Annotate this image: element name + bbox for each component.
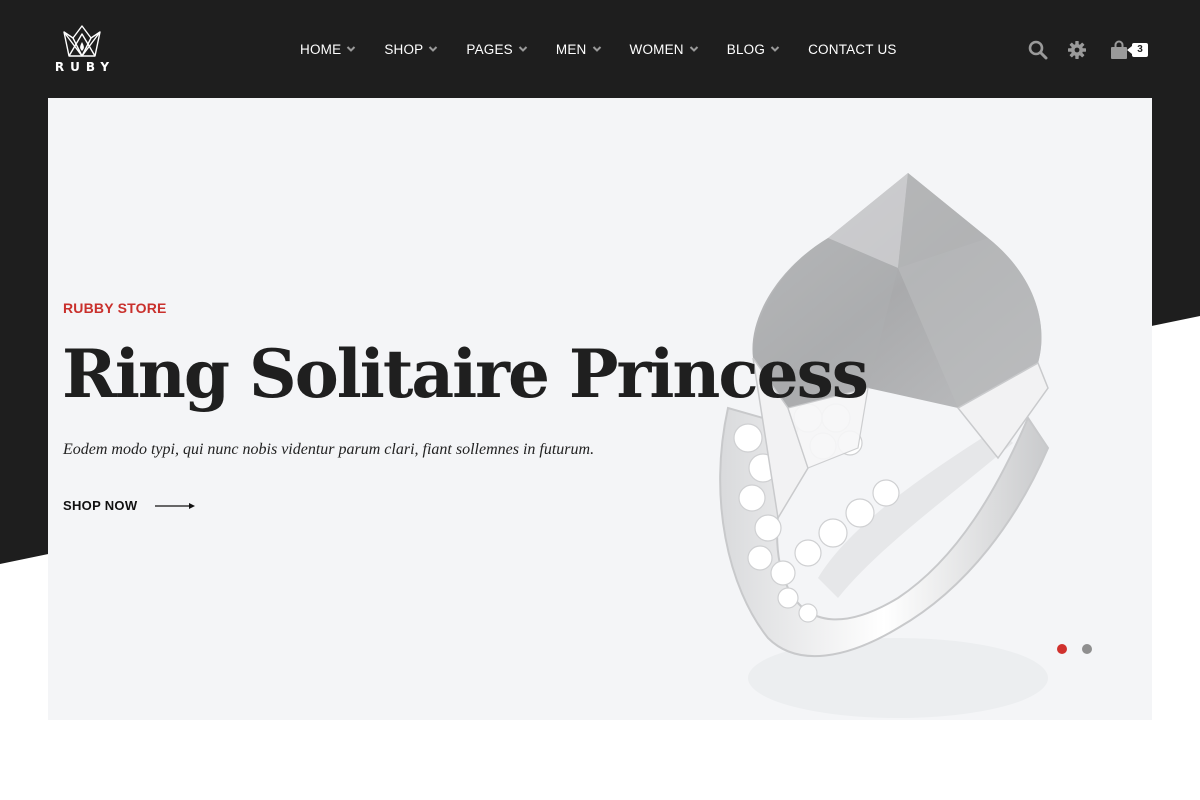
nav-item-women[interactable]: WOMEN [630,42,699,57]
chevron-down-icon [689,46,698,52]
nav-item-label: PAGES [466,41,513,57]
header-actions: 3 [1028,38,1148,62]
nav-item-label: WOMEN [629,41,684,57]
brand-name: RUBY [54,60,116,74]
nav-item-men[interactable]: MEN [556,42,602,57]
crown-logo-icon [63,25,101,57]
nav-item-contact-us[interactable]: CONTACT US [808,42,897,57]
shop-now-button[interactable]: SHOP NOW [63,498,196,513]
chevron-down-icon [592,46,601,52]
slide-dot-1[interactable] [1057,644,1067,654]
nav-item-home[interactable]: HOME [300,42,356,57]
shopping-bag-icon [1109,40,1129,60]
chevron-down-icon [770,46,780,52]
nav-item-pages[interactable]: PAGES [466,42,528,57]
hero-kicker: RUBBY STORE [63,300,167,316]
chevron-down-icon [518,46,528,52]
ring-with-gemstone-image [719,173,1050,718]
hero-title: Ring Solitaire Princess [62,335,869,413]
site-header: RUBY HOME SHOP PAGES MEN WOMEN BLOG CONT… [0,0,1200,98]
shop-now-label: SHOP NOW [63,498,138,513]
arrow-right-icon [155,502,196,509]
hero-description: Eodem modo typi, qui nunc nobis videntur… [63,441,595,458]
hero-slider: RUBBY STORE Ring Solitaire Princess Eode… [48,98,1152,720]
nav-item-label: HOME [300,41,342,57]
chevron-down-icon [429,46,438,52]
main-nav: HOME SHOP PAGES MEN WOMEN BLOG CONTACT U… [300,38,897,60]
slide-dot-2[interactable] [1082,644,1092,654]
gear-icon[interactable] [1067,40,1087,60]
nav-item-label: CONTACT US [808,41,897,57]
logo[interactable]: RUBY [48,24,116,76]
chevron-down-icon [347,46,356,52]
cart-button[interactable]: 3 [1109,40,1148,60]
nav-item-label: MEN [555,41,587,57]
nav-item-shop[interactable]: SHOP [384,42,438,57]
nav-item-blog[interactable]: BLOG [727,42,780,57]
search-icon[interactable] [1028,40,1048,60]
slider-pagination [1057,644,1107,654]
nav-item-label: SHOP [384,41,424,57]
nav-item-label: BLOG [726,41,766,57]
cart-count-badge: 3 [1127,43,1148,57]
